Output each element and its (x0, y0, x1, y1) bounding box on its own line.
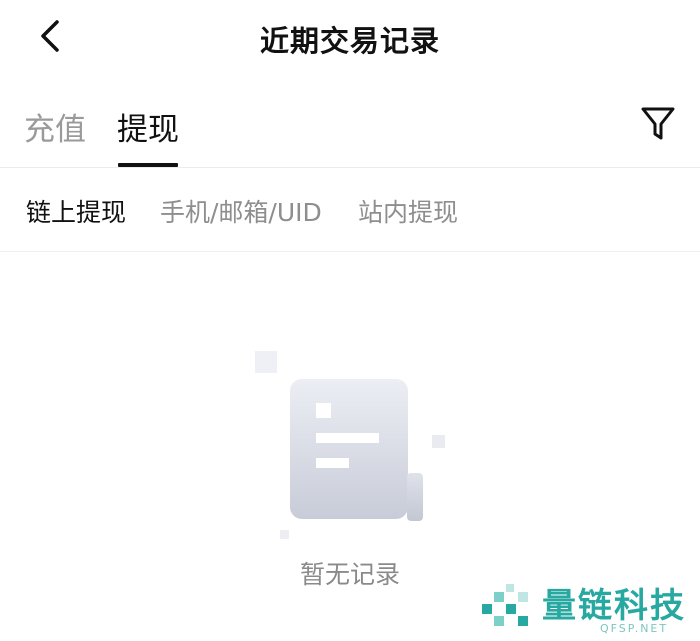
subtab-phone-email-uid[interactable]: 手机/邮箱/UID (160, 193, 322, 229)
top-bar: 近期交易记录 (0, 0, 700, 76)
tab-withdraw[interactable]: 提现 (117, 104, 179, 149)
subtab-internal-withdraw[interactable]: 站内提现 (358, 193, 458, 229)
empty-document-icon (250, 345, 450, 545)
page-title: 近期交易记录 (259, 24, 440, 58)
watermark-logo-icon (482, 584, 528, 626)
subtab-onchain-withdraw[interactable]: 链上提现 (26, 193, 126, 229)
tab-deposit[interactable]: 充值 (24, 104, 86, 149)
tabs-divider (0, 167, 700, 168)
watermark: 量链科技 QFSP.NET (478, 578, 700, 641)
filter-button[interactable] (636, 100, 680, 148)
watermark-text: 量链科技 (542, 586, 686, 626)
subtabs-divider (0, 251, 700, 252)
filter-funnel-icon (641, 107, 675, 140)
watermark-subtext: QFSP.NET (600, 622, 669, 635)
